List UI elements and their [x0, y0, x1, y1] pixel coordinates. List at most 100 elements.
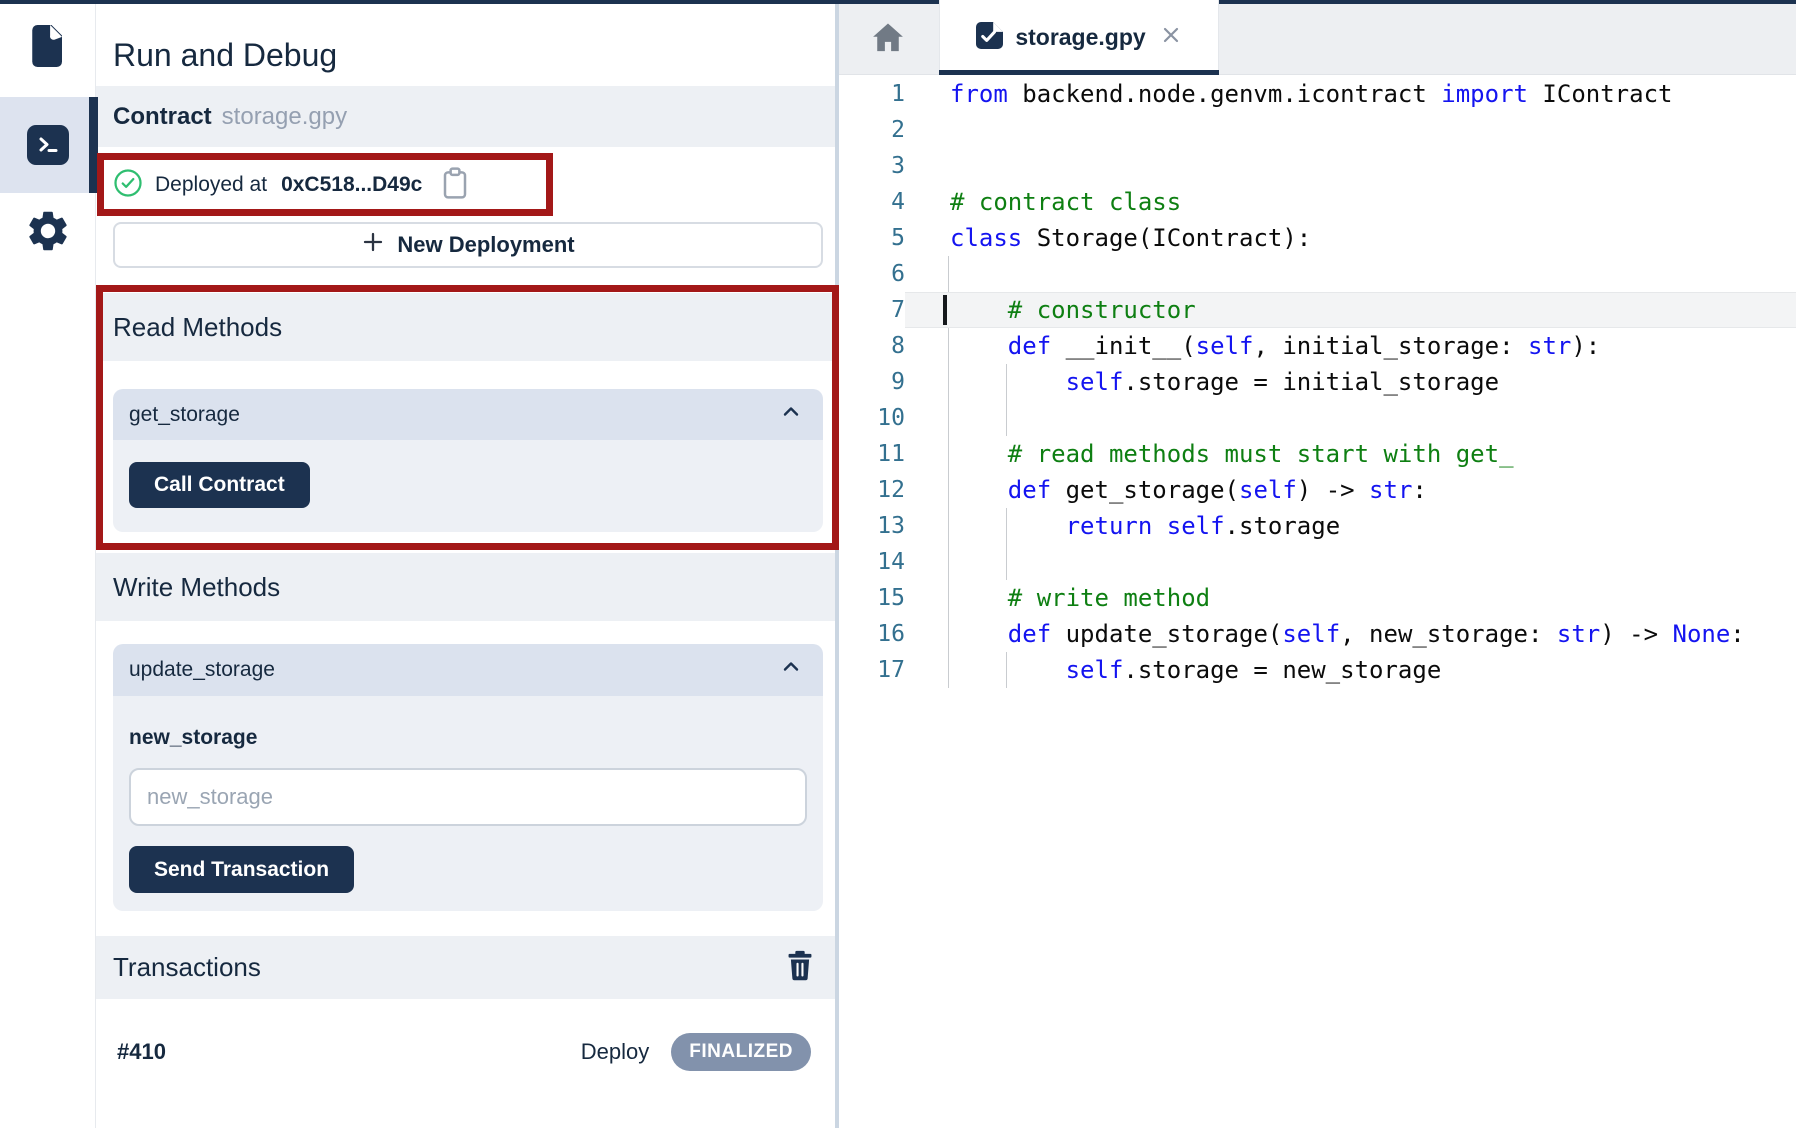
active-tab-underline: [939, 70, 1219, 75]
line-number: 12: [839, 472, 905, 508]
clear-transactions-button[interactable]: [785, 949, 815, 986]
file-check-icon: [976, 22, 1003, 54]
param-label-new-storage: new_storage: [129, 726, 257, 750]
transaction-status-badge: FINALIZED: [671, 1033, 811, 1071]
write-methods-title: Write Methods: [113, 572, 280, 603]
code-line: 11 # read methods must start with get_: [839, 436, 1796, 472]
transactions-header: Transactions: [96, 936, 839, 999]
code-line: 15 # write method: [839, 580, 1796, 616]
line-number: 5: [839, 220, 905, 256]
transaction-id: #410: [117, 1039, 166, 1065]
code-line: 1from backend.node.genvm.icontract impor…: [839, 76, 1796, 112]
code-line: 7 # constructor: [839, 292, 1796, 328]
indent-guide: [948, 364, 949, 400]
indent-guide: [948, 580, 949, 616]
indent-guide: [1006, 544, 1007, 580]
active-view-indicator: [89, 97, 98, 193]
activity-bar: [0, 0, 96, 1128]
tab-label: storage.gpy: [1015, 24, 1145, 51]
method-body-update-storage: new_storage Send Transaction: [113, 696, 823, 911]
clipboard-icon: [440, 166, 470, 205]
trash-icon: [785, 949, 815, 986]
text-cursor: [943, 295, 947, 325]
panel-scrollbar[interactable]: [835, 0, 839, 1128]
transaction-row[interactable]: #410 Deploy FINALIZED: [96, 1012, 839, 1092]
method-header-update-storage[interactable]: update_storage: [113, 644, 823, 696]
line-number: 1: [839, 76, 905, 112]
call-contract-button[interactable]: Call Contract: [129, 462, 310, 508]
code-line: 2: [839, 112, 1796, 148]
indent-guide: [948, 616, 949, 652]
transaction-type: Deploy: [581, 1039, 649, 1065]
new-storage-input[interactable]: [129, 768, 807, 826]
activity-item-run-debug[interactable]: [0, 97, 96, 193]
line-number: 6: [839, 256, 905, 292]
line-number: 4: [839, 184, 905, 220]
indent-guide: [948, 652, 949, 688]
contract-address: 0xC518...D49c: [281, 173, 422, 197]
copy-address-button[interactable]: [440, 166, 470, 205]
indent-guide: [1006, 508, 1007, 544]
app-root: Run and Debug Contract storage.gpy Deplo…: [0, 0, 1796, 1128]
indent-guide: [1006, 364, 1007, 400]
line-number: 16: [839, 616, 905, 652]
indent-guide: [948, 436, 949, 472]
line-number: 15: [839, 580, 905, 616]
chevron-up-icon[interactable]: [779, 400, 803, 430]
indent-guide: [948, 508, 949, 544]
line-number: 17: [839, 652, 905, 688]
file-icon: [27, 22, 69, 75]
deployment-status: Deployed at 0xC518...D49c: [113, 160, 470, 210]
contract-filename: storage.gpy: [222, 103, 347, 131]
code-line: 10: [839, 400, 1796, 436]
top-border: [0, 0, 1796, 4]
tab-storage-gpy[interactable]: storage.gpy: [939, 0, 1219, 75]
contract-label: Contract: [113, 103, 212, 131]
send-transaction-button[interactable]: Send Transaction: [129, 846, 354, 893]
method-name: update_storage: [129, 658, 275, 682]
line-number: 11: [839, 436, 905, 472]
code-line: 9 self.storage = initial_storage: [839, 364, 1796, 400]
page-title: Run and Debug: [113, 37, 337, 74]
read-methods-title: Read Methods: [113, 312, 282, 343]
indent-guide: [948, 472, 949, 508]
chevron-up-icon[interactable]: [779, 655, 803, 685]
close-icon: [1160, 24, 1182, 51]
indent-guide: [948, 256, 949, 292]
line-number: 2: [839, 112, 905, 148]
indent-guide: [948, 400, 949, 436]
method-header-get-storage[interactable]: get_storage: [113, 389, 823, 440]
method-body-get-storage: Call Contract: [113, 440, 823, 532]
contract-header: Contract storage.gpy: [96, 86, 839, 147]
indent-guide: [948, 328, 949, 364]
code-line: 5class Storage(IContract):: [839, 220, 1796, 256]
close-tab-button[interactable]: [1160, 24, 1182, 51]
code-line: 13 return self.storage: [839, 508, 1796, 544]
read-methods-header: Read Methods: [96, 293, 839, 361]
transactions-title: Transactions: [113, 952, 261, 983]
run-debug-panel: Run and Debug Contract storage.gpy Deplo…: [96, 0, 839, 1128]
editor-tab-bar: storage.gpy: [839, 0, 1796, 75]
code-line: 6: [839, 256, 1796, 292]
terminal-icon: [27, 125, 69, 165]
code-line: 3: [839, 148, 1796, 184]
new-deployment-button[interactable]: New Deployment: [113, 222, 823, 268]
code-line: 14: [839, 544, 1796, 580]
check-circle-icon: [113, 168, 143, 203]
line-number: 13: [839, 508, 905, 544]
activity-item-settings[interactable]: [0, 208, 96, 258]
code-area[interactable]: 1from backend.node.genvm.icontract impor…: [839, 76, 1796, 1128]
gear-icon: [24, 207, 72, 260]
method-name: get_storage: [129, 403, 240, 427]
code-editor: storage.gpy 1from backend.node.genvm.ico…: [839, 0, 1796, 1128]
line-number: 9: [839, 364, 905, 400]
code-line: 4# contract class: [839, 184, 1796, 220]
activity-item-files[interactable]: [0, 22, 96, 74]
home-icon: [871, 21, 905, 58]
new-deployment-label: New Deployment: [397, 232, 574, 258]
tab-home[interactable]: [839, 4, 936, 75]
code-line: 16 def update_storage(self, new_storage:…: [839, 616, 1796, 652]
line-number: 7: [839, 292, 905, 328]
line-number: 8: [839, 328, 905, 364]
deployment-status-text: Deployed at: [155, 173, 267, 197]
